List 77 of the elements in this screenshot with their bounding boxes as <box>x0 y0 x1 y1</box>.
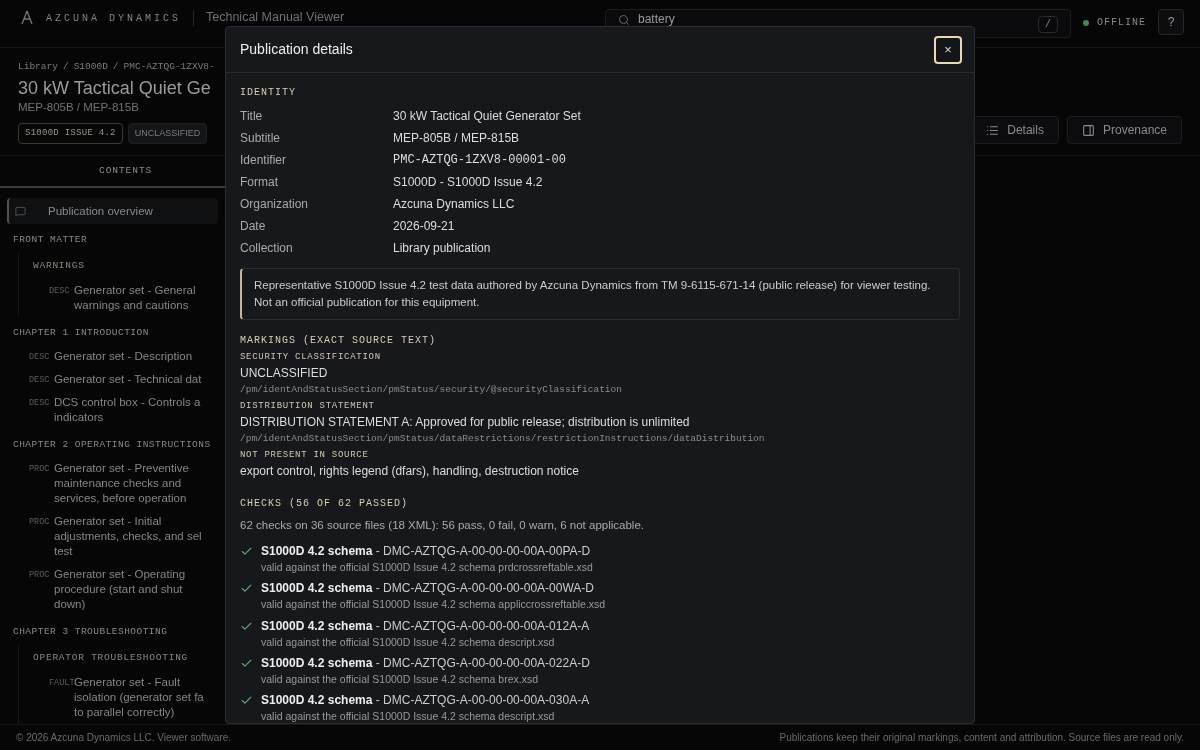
publication-tag: UNCLASSIFIED <box>127 122 208 144</box>
section-heading: IDENTITY <box>240 87 297 99</box>
group-heading: OPERATOR TROUBLESHOOTING <box>32 650 190 665</box>
contents-item[interactable]: PROC Generator set - Initial adjustments, checks, and sel test <box>14 510 225 564</box>
field-label: Collection <box>240 240 294 257</box>
contents-item[interactable]: DESC Generator set - Technical dat <box>14 368 225 391</box>
check-detail: valid against the official S1000D Issue 4.2 schema brex.xsd <box>261 672 540 686</box>
check-title: S1000D 4.2 schema - DMC-AZTQG-A-00-00-00-00A-00PA-D <box>261 544 592 559</box>
field-value: S1000D - S1000D Issue 4.2 <box>393 174 543 191</box>
check-icon <box>240 545 253 558</box>
check-detail: valid against the official S1000D Issue 4.2 schema descript.xsd <box>261 635 556 649</box>
contents-item[interactable]: PROC Generator set - Operating procedure (start and shut down) <box>14 563 225 617</box>
marking-label: SECURITY CLASSIFICATION <box>240 352 382 363</box>
search-icon <box>618 14 630 26</box>
field-value: Library publication <box>393 240 491 257</box>
logo-icon <box>20 10 34 26</box>
field-label: Subtitle <box>240 130 282 147</box>
help-button[interactable]: ? <box>1158 9 1184 35</box>
overview-icon <box>15 205 26 217</box>
publication-subtitle: MEP-805B / MEP-815B <box>18 100 140 116</box>
provenance-button[interactable]: Provenance <box>1066 116 1182 144</box>
group-heading: WARNINGS <box>32 258 86 273</box>
notice-banner: Representative S1000D Issue 4.2 test data authored by Azcuna Dynamics from TM 9-6115-671-14 (public release) for viewer testing. Not an official publication for this equipment. <box>240 268 960 320</box>
shortcut-key: / <box>1037 16 1058 33</box>
breadcrumb-link[interactable]: Library <box>18 60 58 75</box>
breadcrumb-separator: / <box>62 60 69 74</box>
check-title: S1000D 4.2 schema - DMC-AZTQG-A-00-00-00-00A-012A-A <box>261 618 590 634</box>
dialog-title: Publication details <box>240 40 353 59</box>
contents-item[interactable]: FAULTGenerator set - Fault isolation (generator set fa to parallel correctly) <box>34 670 225 724</box>
section-heading: CHECKS (56 OF 62 PASSED) <box>240 498 410 510</box>
field-label: Identifier <box>240 152 288 169</box>
contents-item[interactable]: DESC Generator set - General warnings and cautions <box>34 278 225 317</box>
contents-item[interactable]: DESC Generator set - Description <box>14 345 225 368</box>
marking-label: NOT PRESENT IN SOURCE <box>240 450 370 461</box>
check-detail: valid against the official S1000D Issue 4.2 schema descript.xsd <box>261 710 556 723</box>
contents-item[interactable]: DESC DCS control box - Controls a indicators <box>14 391 225 429</box>
section-heading: MARKINGS (EXACT SOURCE TEXT) <box>240 335 438 347</box>
section-heading: FRONT MATTER <box>12 233 89 248</box>
brand-name: AZCUNA DYNAMICS <box>46 12 181 26</box>
contents-item[interactable]: PROC Generator set - Preventive maintenance checks and services, before operation <box>14 457 225 511</box>
publication-tag: S1000D ISSUE 4.2 <box>18 122 123 144</box>
source-path: /pm/identAndStatusSection/pmStatus/security/@securityClassification <box>240 384 623 396</box>
section-heading: CHAPTER 1 INTRODUCTION <box>12 325 150 340</box>
footer-note: Publications keep their original markings, content and attribution. Source files are read only. <box>779 731 1184 745</box>
app-title: Technical Manual Viewer <box>206 10 345 24</box>
marking-value: export control, rights legend (dfars), handling, destruction notice <box>240 463 580 479</box>
close-button[interactable]: × <box>934 35 962 64</box>
copyright-text: © 2026 Azcuna Dynamics LLC. Viewer software. <box>16 731 232 745</box>
field-label: Date <box>240 218 267 235</box>
breadcrumb-separator: / <box>112 60 119 74</box>
marking-value: DISTRIBUTION STATEMENT A: Approved for public release; distribution is unlimited <box>240 414 691 430</box>
marking-label: DISTRIBUTION STATEMENT <box>240 401 376 412</box>
field-label: Organization <box>240 196 310 213</box>
field-label: Format <box>240 174 279 191</box>
checks-summary: 62 checks on 36 source files (18 XML): 56 pass, 0 fail, 0 warn, 6 not applicable. <box>240 518 645 532</box>
breadcrumb-link[interactable]: PMC-AZTQG-1ZXV8- <box>123 60 215 75</box>
field-value: MEP-805B / MEP-815B <box>393 130 520 147</box>
publication-title: 30 kW Tactical Quiet Ge <box>18 77 212 100</box>
section-heading: CHAPTER 2 OPERATING INSTRUCTIONS <box>12 438 212 452</box>
field-value: 30 kW Tactical Quiet Generator Set <box>393 108 581 125</box>
check-detail: valid against the official S1000D Issue 4.2 schema prdcrossreftable.xsd <box>261 561 593 574</box>
field-label: Title <box>240 108 264 125</box>
source-path: /pm/identAndStatusSection/pmStatus/dataRestrictions/restrictionInstructions/dataDistribution <box>240 433 766 445</box>
list-icon <box>986 123 1000 137</box>
check-title: S1000D 4.2 schema - DMC-AZTQG-A-00-00-00-00A-00WA-D <box>261 581 595 597</box>
overview-item[interactable]: Publication overview <box>7 198 218 225</box>
field-value: PMC-AZTQG-1ZXV8-00001-00 <box>393 152 566 169</box>
check-title: S1000D 4.2 schema - DMC-AZTQG-A-00-00-00-00A-022A-D <box>261 655 590 671</box>
field-value: Azcuna Dynamics LLC <box>393 196 515 213</box>
field-value: 2026-09-21 <box>393 218 455 235</box>
check-title: S1000D 4.2 schema - DMC-AZTQG-A-00-00-00-00A-030A-A <box>261 693 590 709</box>
check-detail: valid against the official S1000D Issue 4.2 schema appliccrossreftable.xsd <box>261 598 606 612</box>
breadcrumb-link[interactable]: S1000D <box>73 60 108 75</box>
marking-value: UNCLASSIFIED <box>240 365 329 381</box>
section-heading: CHAPTER 3 TROUBLESHOOTING <box>12 625 169 640</box>
connection-status: OFFLINE <box>1097 16 1146 30</box>
side-panel-icon <box>1081 123 1095 137</box>
